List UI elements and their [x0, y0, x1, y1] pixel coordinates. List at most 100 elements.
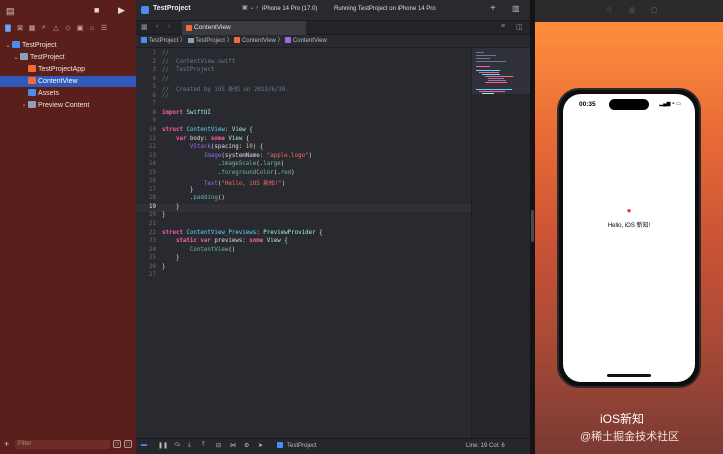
tree-item-file-selected[interactable]: ContentView	[0, 76, 136, 87]
test-icon[interactable]: ◇	[64, 24, 72, 32]
code-line[interactable]: import SwiftUI	[162, 110, 211, 116]
line-number: 7	[152, 101, 157, 108]
forward-icon[interactable]: ›	[168, 23, 170, 30]
code-line[interactable]: .padding()	[162, 195, 225, 201]
tree-item-file[interactable]: TestProjectApp	[0, 64, 136, 75]
tree-item-group[interactable]: ⌄ TestProject	[0, 52, 136, 63]
back-icon[interactable]: ‹	[156, 23, 158, 30]
tree-item-folder[interactable]: › Preview Content	[0, 100, 136, 111]
line-number: 24	[149, 246, 156, 253]
line-number: 2	[152, 58, 157, 65]
cursor-position: Line: 19 Col: 6	[466, 443, 505, 449]
tree-item-assets[interactable]: Assets	[0, 88, 136, 99]
recent-filter-icon[interactable]: ◷	[113, 440, 121, 448]
code-line[interactable]: // ContentView.swift	[162, 59, 235, 65]
home-icon[interactable]: ⌂	[607, 6, 611, 13]
screenshot-icon[interactable]: ◎	[629, 6, 635, 14]
breakpoint-icon[interactable]: ⌂	[88, 25, 96, 32]
chevron-right-icon[interactable]: ›	[20, 101, 28, 112]
tab-contentview[interactable]: ContentView	[182, 21, 306, 35]
symbol-icon[interactable]: ▦	[28, 24, 36, 32]
destination-selector[interactable]: iPhone 14 Pro (17.0)	[262, 6, 317, 12]
xcode-project-icon	[12, 41, 20, 48]
line-number: 16	[149, 178, 156, 185]
environment-icon[interactable]: ⚙	[244, 442, 249, 449]
folder-icon[interactable]: ▇	[4, 24, 12, 32]
code-line[interactable]: }	[162, 255, 180, 261]
report-icon[interactable]: ☰	[100, 24, 108, 32]
add-icon[interactable]: +	[4, 439, 12, 449]
line-number: 3	[152, 67, 157, 74]
code-line[interactable]: // Created by iOS 新知 on 2023/6/30.	[162, 84, 289, 93]
status-time: 00:35	[579, 101, 596, 108]
debug-area-toggle-icon[interactable]: ▬	[141, 442, 147, 448]
rotate-icon[interactable]: ▢	[651, 6, 658, 14]
step-into-icon[interactable]: ⤓	[188, 442, 191, 449]
step-over-icon[interactable]: ⤼	[174, 442, 180, 449]
scm-filter-icon[interactable]: ▢	[124, 440, 132, 448]
debug-scheme-label: TestProject	[287, 443, 317, 449]
issue-icon[interactable]: △	[52, 24, 60, 32]
view-debugger-icon[interactable]: ⊟	[216, 442, 221, 449]
line-number: 25	[149, 255, 156, 262]
code-line[interactable]: Image(systemName: "apple.logo")	[162, 153, 312, 159]
breadcrumb-symbol[interactable]: ContentView	[293, 38, 327, 44]
breadcrumb-file[interactable]: ContentView	[242, 38, 276, 44]
code-line[interactable]: //	[162, 50, 169, 56]
line-number: 21	[149, 221, 156, 227]
code-line[interactable]: .imageScale(.large)	[162, 161, 284, 167]
minimap[interactable]	[471, 48, 530, 438]
inspector-toggle-icon[interactable]: ▥	[512, 4, 520, 13]
memory-graph-icon[interactable]: ⋈	[230, 442, 236, 449]
add-icon[interactable]: +	[490, 3, 496, 14]
code-line[interactable]: }	[162, 264, 166, 270]
code-line[interactable]: var body: some View {	[162, 136, 249, 142]
editor-options-icon[interactable]: ≡	[501, 23, 505, 30]
source-editor[interactable]: 1 // 2 // ContentView.swift 3 // TestProject 4…	[136, 48, 471, 438]
code-line[interactable]: }	[162, 187, 194, 193]
split-editor-icon[interactable]: ◫	[516, 23, 523, 31]
project-navigator: ▤ ■ ▶ ▇ ⊠ ▦ ⌕ △ ◇ ▣ ⌂ ☰ ⌄ TestProject ⌄ Te…	[0, 0, 136, 454]
file-tree: ⌄ TestProject ⌄ TestProject TestProjectApp…	[0, 40, 136, 111]
home-indicator[interactable]	[607, 374, 651, 377]
iphone-screen[interactable]: 00:35 ▂▄▆ ◓ ▭ ● Hello, iOS 新知!	[563, 94, 695, 382]
scheme-title[interactable]: TestProject	[153, 5, 191, 12]
chevron-down-icon[interactable]: ⌄	[12, 53, 20, 64]
run-button[interactable]: ▶	[118, 5, 125, 16]
code-line[interactable]: // TestProject	[162, 67, 214, 73]
code-line[interactable]: static var previews: some View {	[162, 238, 288, 244]
sidebar-toggle-icon[interactable]: ▤	[6, 6, 15, 17]
location-icon[interactable]: ➤	[258, 442, 263, 449]
chevron-down-icon[interactable]: ⌄	[4, 41, 12, 52]
code-line[interactable]: struct ContentView_Previews: PreviewProv…	[162, 230, 323, 236]
line-number: 27	[149, 272, 156, 279]
debug-icon[interactable]: ▣	[76, 24, 84, 32]
source-control-icon[interactable]: ⊠	[16, 24, 24, 32]
breadcrumb-project[interactable]: TestProject	[149, 38, 179, 44]
tree-item-project[interactable]: ⌄ TestProject	[0, 40, 136, 51]
divider-handle[interactable]	[531, 210, 534, 242]
line-number: 26	[149, 263, 156, 270]
step-out-icon[interactable]: ⤒	[202, 442, 205, 449]
code-line[interactable]: //	[162, 76, 169, 82]
hello-text: Hello, iOS 新知!	[607, 223, 651, 229]
pause-icon[interactable]: ❚❚	[158, 442, 168, 449]
stop-button[interactable]: ■	[94, 5, 99, 15]
find-icon[interactable]: ⌕	[40, 24, 48, 32]
line-number: 18	[149, 195, 156, 202]
breadcrumb-group[interactable]: TestProject	[195, 38, 225, 44]
tree-item-label: Assets	[38, 90, 60, 97]
asset-catalog-icon	[28, 89, 36, 96]
grid-icon[interactable]: ▦	[141, 23, 148, 31]
tab-bar: ▦ ‹ › ContentView ≡ ◫	[136, 21, 530, 35]
code-line[interactable]: VStack(spacing: 10) {	[162, 144, 263, 150]
tab-label: ContentView	[194, 24, 231, 31]
filter-placeholder: Filter	[18, 440, 32, 447]
code-line[interactable]: .foregroundColor(.red)	[162, 170, 295, 176]
code-line[interactable]: struct ContentView: View {	[162, 127, 253, 133]
code-line[interactable]: }	[162, 204, 180, 210]
filter-input[interactable]: Filter	[15, 439, 110, 449]
code-line[interactable]: }	[162, 212, 166, 218]
code-line[interactable]: ContentView()	[162, 247, 235, 253]
code-line[interactable]: //	[162, 93, 169, 99]
